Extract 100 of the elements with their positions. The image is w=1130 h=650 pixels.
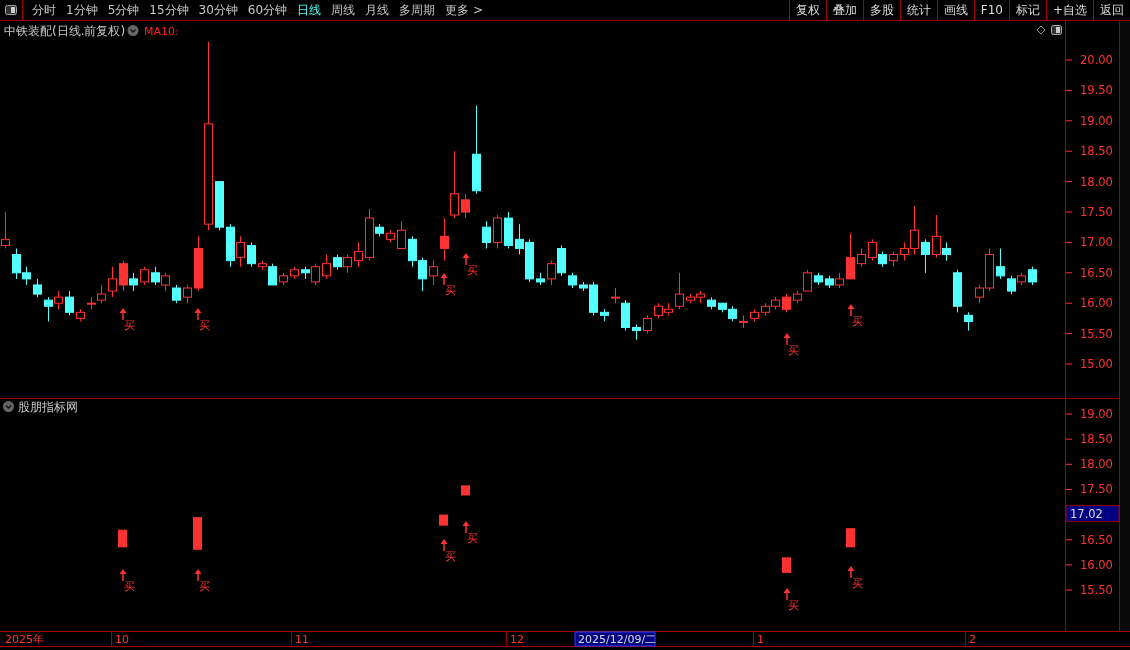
candlestick [151,266,160,286]
toolbar-button[interactable]: 多股 [862,0,900,20]
up-arrow-icon [440,273,448,286]
up-arrow-icon [119,308,127,321]
period-tab[interactable]: 周线 [326,0,361,20]
buy-signal-label: 买 [852,577,863,590]
candlestick [172,284,181,304]
price-tick-label: 19.50 [1080,83,1113,98]
candlestick [418,257,427,292]
candlestick [1028,266,1037,286]
toolbar-button[interactable]: 画线 [936,0,974,20]
up-arrow-icon [847,304,855,317]
candlestick [482,220,491,249]
toolbar-button[interactable]: 统计 [899,0,937,20]
period-tab[interactable]: 月线 [360,0,395,20]
period-tab[interactable]: 更多 > [440,0,488,20]
candlestick [493,214,502,249]
period-tab[interactable]: 5分钟 [102,0,145,20]
candlestick [97,284,106,304]
candlestick [953,269,962,313]
toolbar-button[interactable]: 标记 [1008,0,1046,20]
period-tab[interactable]: 60分钟 [242,0,293,20]
toolbar-button[interactable]: 返回 [1093,0,1130,20]
buy-signal-label: 买 [124,319,135,332]
up-arrow-icon [194,569,202,582]
time-axis-label: 2 [969,633,976,646]
price-marker: 17.02 [1065,505,1120,523]
price-tick-label: 15.00 [1080,357,1113,371]
candlestick [825,275,834,289]
candlestick [878,251,887,268]
period-tab[interactable]: 分时 [27,0,61,20]
candlestick [664,302,673,316]
price-tick-label: 19.00 [1080,113,1113,128]
candlestick [814,272,823,286]
buy-signal-label: 买 [124,580,135,593]
candlestick [397,220,406,249]
candlestick [868,238,877,262]
toolbar-button[interactable]: 叠加 [825,0,863,20]
dropdown-icon[interactable] [3,401,14,412]
buy-signal-label: 买 [852,315,863,328]
period-tab[interactable]: 30分钟 [193,0,243,20]
period-tab[interactable]: 日线 [292,0,327,20]
candlestick [568,272,577,289]
toolbar-button[interactable]: F10 [973,0,1009,20]
price-tick-label: 16.50 [1080,265,1113,280]
candlestick [771,296,780,310]
chart-title: 中铁装配(日线.前复权) [4,24,126,38]
buy-signal-label: 买 [467,264,478,277]
up-arrow-icon [783,588,791,601]
up-arrow-icon [194,308,202,321]
diamond-icon[interactable] [1036,25,1046,35]
time-axis-label: 11 [295,633,309,646]
candlestick [632,324,641,341]
price-tick-label: 16.50 [1080,532,1113,547]
candlestick [161,272,170,292]
candlestick [600,308,609,322]
panel-toggle-icon[interactable] [1051,25,1062,35]
candlestick [226,223,235,268]
up-arrow-icon [847,566,855,579]
toolbar-button[interactable]: +自选 [1045,0,1093,20]
candlestick [140,266,149,286]
price-tick-label: 15.50 [1080,583,1113,598]
buy-signal-label: 买 [445,284,456,297]
candlestick [1017,272,1026,286]
up-arrow-icon [119,569,127,582]
panel-toggle-icon[interactable] [5,5,17,15]
candlestick [386,229,395,243]
candlestick [857,248,866,268]
price-tick-label: 18.50 [1080,432,1113,447]
period-tab[interactable]: 15分钟 [144,0,194,20]
candlestick [557,244,566,277]
up-arrow-icon [440,539,448,552]
candlestick [739,314,748,328]
dropdown-icon[interactable] [127,25,139,36]
candlestick [76,308,85,322]
time-axis-label: 12 [510,633,524,646]
toolbar-button[interactable]: 复权 [788,0,826,20]
buy-signal-label: 买 [199,580,210,593]
candlestick [1,211,10,249]
candlestick [247,241,256,268]
candlestick [846,232,855,280]
candlestick [536,272,545,286]
candlestick [996,248,1005,280]
price-tick-label: 19.00 [1080,407,1113,421]
price-tick-label: 17.00 [1080,235,1113,250]
candlestick [761,302,770,316]
candlestick [921,238,930,274]
period-tab[interactable]: 多周期 [394,0,441,20]
candlestick [515,223,524,256]
candlestick [333,254,342,271]
candlestick [750,308,759,322]
candlestick [964,311,973,332]
price-tick-label: 16.00 [1080,296,1113,311]
period-tab[interactable]: 1分钟 [61,0,103,20]
candlestick [461,193,470,219]
candlestick [408,235,417,268]
price-tick-label: 18.00 [1080,457,1113,472]
price-tick-label: 17.50 [1080,482,1113,497]
candlestick [525,238,534,283]
candlestick [65,290,74,316]
